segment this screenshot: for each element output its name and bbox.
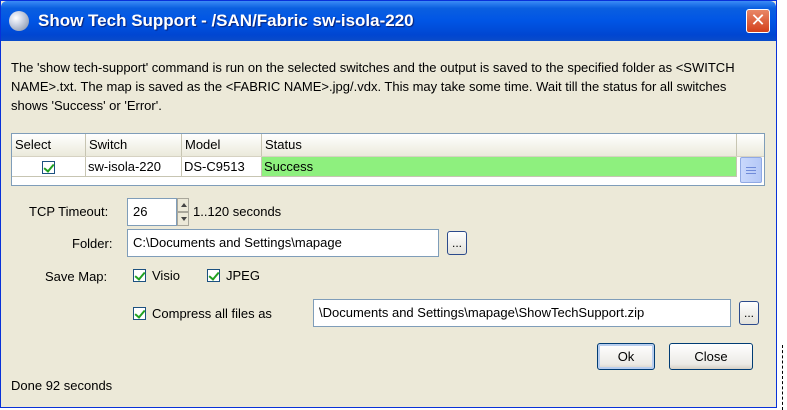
status-cell: Success (262, 157, 737, 177)
switch-cell: sw-isola-220 (86, 157, 182, 177)
compress-file-input[interactable]: \Documents and Settings\mapage\ShowTechS… (313, 299, 731, 327)
compress-option[interactable]: Compress all files as (133, 306, 272, 321)
window-title: Show Tech Support - /SAN/Fabric sw-isola… (38, 11, 414, 30)
show-tech-support-dialog: Show Tech Support - /SAN/Fabric sw-isola… (0, 0, 777, 408)
close-button[interactable]: Close (669, 343, 753, 370)
tcp-timeout-range: 1..120 seconds (193, 204, 282, 219)
model-cell: DS-C9513 (182, 157, 262, 177)
scrollbar-thumb[interactable] (740, 157, 762, 183)
close-window-button[interactable]: ✕ (746, 9, 770, 33)
description-text: The 'show tech-support' command is run o… (11, 60, 735, 113)
folder-input[interactable]: C:\Documents and Settings\mapage (127, 229, 439, 257)
save-map-label: Save Map: (45, 269, 108, 284)
table-row[interactable]: sw-isola-220 DS-C9513 Success (12, 157, 764, 177)
compress-checkbox[interactable] (133, 307, 146, 320)
spinner-down-icon[interactable] (177, 212, 189, 226)
column-header-switch[interactable]: Switch (86, 134, 182, 156)
column-header-model[interactable]: Model (182, 134, 262, 156)
spinner-up-icon[interactable] (177, 198, 189, 212)
compress-label: Compress all files as (152, 306, 272, 321)
tcp-timeout-spinner[interactable] (177, 198, 189, 226)
switch-select-checkbox[interactable] (42, 161, 55, 175)
jpeg-checkbox[interactable] (207, 269, 220, 282)
column-header-select[interactable]: Select (12, 134, 86, 156)
visio-option[interactable]: Visio (133, 268, 180, 283)
tcp-timeout-input[interactable]: 26 (127, 198, 177, 226)
visio-checkbox[interactable] (133, 269, 146, 282)
table-header: Select Switch Model Status (12, 134, 764, 157)
jpeg-option[interactable]: JPEG (207, 268, 260, 283)
tcp-timeout-label: TCP Timeout: (29, 204, 109, 219)
visio-label: Visio (152, 268, 180, 283)
ok-button[interactable]: Ok (597, 343, 655, 370)
column-header-status[interactable]: Status (262, 134, 737, 156)
divider-line (782, 345, 783, 410)
jpeg-label: JPEG (226, 268, 260, 283)
app-icon (9, 11, 29, 31)
folder-label: Folder: (72, 236, 113, 251)
status-message: Done 92 seconds (11, 378, 113, 393)
select-cell[interactable] (12, 157, 86, 177)
title-bar[interactable]: Show Tech Support - /SAN/Fabric sw-isola… (1, 1, 776, 41)
switch-table: Select Switch Model Status sw-isola-220 … (11, 133, 765, 186)
compress-browse-button[interactable]: ... (739, 301, 759, 325)
folder-browse-button[interactable]: ... (447, 231, 467, 255)
